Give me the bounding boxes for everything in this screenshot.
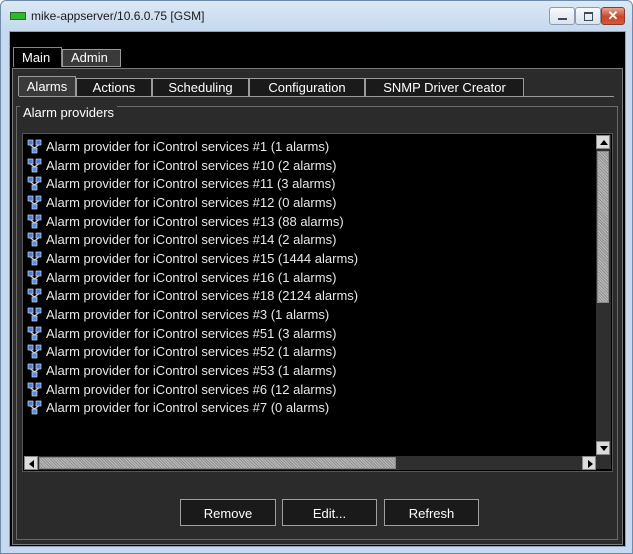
vertical-scroll-thumb[interactable] <box>597 151 609 303</box>
arrow-down-icon <box>600 446 608 451</box>
network-node-icon <box>27 270 42 285</box>
list-item-label: Alarm provider for iControl services #3 … <box>46 307 330 323</box>
arrow-left-icon <box>29 460 34 468</box>
scroll-left-button[interactable] <box>24 456 38 470</box>
network-node-icon <box>27 214 42 229</box>
edit-button[interactable]: Edit... <box>282 499 377 526</box>
network-node-icon <box>27 382 42 397</box>
tab-main[interactable]: Main <box>13 47 62 67</box>
list-item[interactable]: Alarm provider for iControl services #52… <box>27 343 358 362</box>
close-icon: ✕ <box>607 8 619 23</box>
list-item[interactable]: Alarm provider for iControl services #15… <box>27 249 358 268</box>
horizontal-scroll-thumb[interactable] <box>39 457 396 469</box>
close-button[interactable]: ✕ <box>601 7 625 25</box>
list-item[interactable]: Alarm provider for iControl services #18… <box>27 287 358 306</box>
network-node-icon <box>27 139 42 154</box>
list-item-label: Alarm provider for iControl services #18… <box>46 288 359 304</box>
network-node-icon <box>27 307 42 322</box>
list-item-label: Alarm provider for iControl services #12… <box>46 194 337 210</box>
network-node-icon <box>27 400 42 415</box>
list-item[interactable]: Alarm provider for iControl services #14… <box>27 230 358 249</box>
network-node-icon <box>27 363 42 378</box>
main-tab-panel: Alarms Actions Scheduling Configuration … <box>12 68 623 545</box>
network-node-icon <box>27 251 42 266</box>
network-node-icon <box>27 176 42 191</box>
list-item[interactable]: Alarm provider for iControl services #53… <box>27 361 358 380</box>
list-item-label: Alarm provider for iControl services #16… <box>46 269 337 285</box>
minimize-icon <box>558 18 567 20</box>
window-title: mike-appserver/10.6.0.75 [GSM] <box>31 9 205 23</box>
list-item[interactable]: Alarm provider for iControl services #13… <box>27 212 358 231</box>
app-icon <box>10 12 26 20</box>
network-node-icon <box>27 158 42 173</box>
list-item-label: Alarm provider for iControl services #51… <box>46 325 337 341</box>
list-item[interactable]: Alarm provider for iControl services #51… <box>27 324 358 343</box>
maximize-button[interactable] <box>575 7 601 25</box>
list-item-label: Alarm provider for iControl services #7 … <box>46 400 330 416</box>
network-node-icon <box>27 288 42 303</box>
tab-configuration[interactable]: Configuration <box>249 78 365 96</box>
group-title: Alarm providers <box>20 106 118 120</box>
list-item-label: Alarm provider for iControl services #52… <box>46 344 337 360</box>
app-window: mike-appserver/10.6.0.75 [GSM] ✕ Main Ad… <box>0 0 633 554</box>
maximize-icon <box>584 12 593 21</box>
network-node-icon <box>27 195 42 210</box>
list-item-label: Alarm provider for iControl services #15… <box>46 250 359 266</box>
scroll-right-button[interactable] <box>582 456 596 470</box>
list-item-label: Alarm provider for iControl services #10… <box>46 157 337 173</box>
list-item-label: Alarm provider for iControl services #1 … <box>46 138 330 154</box>
refresh-button[interactable]: Refresh <box>384 499 479 526</box>
list-item[interactable]: Alarm provider for iControl services #16… <box>27 268 358 287</box>
list-item[interactable]: Alarm provider for iControl services #6 … <box>27 380 358 399</box>
arrow-up-icon <box>600 140 608 145</box>
network-node-icon <box>27 326 42 341</box>
remove-button[interactable]: Remove <box>180 499 276 526</box>
horizontal-scrollbar[interactable] <box>24 456 596 470</box>
scroll-down-button[interactable] <box>596 441 610 455</box>
network-node-icon <box>27 232 42 247</box>
tab-alarms[interactable]: Alarms <box>18 76 76 96</box>
provider-list-items: Alarm provider for iControl services #1 … <box>27 137 358 417</box>
tab-snmp-driver-creator[interactable]: SNMP Driver Creator <box>365 78 524 96</box>
list-item-label: Alarm provider for iControl services #14… <box>46 232 337 248</box>
tab-scheduling[interactable]: Scheduling <box>152 78 249 96</box>
alarm-providers-list[interactable]: Alarm provider for iControl services #1 … <box>22 133 613 472</box>
title-bar[interactable]: mike-appserver/10.6.0.75 [GSM] ✕ <box>1 1 632 31</box>
list-item[interactable]: Alarm provider for iControl services #11… <box>27 174 358 193</box>
alarm-providers-group: Alarm providers Alarm provider for iCont… <box>16 106 618 540</box>
vertical-scrollbar[interactable] <box>596 135 611 469</box>
tab-divider <box>19 96 614 97</box>
client-area: Main Admin Alarms Actions Scheduling Con… <box>9 31 626 547</box>
list-item[interactable]: Alarm provider for iControl services #1 … <box>27 137 358 156</box>
list-item-label: Alarm provider for iControl services #11… <box>46 176 336 192</box>
network-node-icon <box>27 344 42 359</box>
list-item[interactable]: Alarm provider for iControl services #12… <box>27 193 358 212</box>
list-item-label: Alarm provider for iControl services #53… <box>46 363 337 379</box>
scroll-up-button[interactable] <box>596 135 610 149</box>
list-item[interactable]: Alarm provider for iControl services #7 … <box>27 399 358 418</box>
minimize-button[interactable] <box>549 7 575 25</box>
arrow-right-icon <box>588 460 593 468</box>
tab-admin[interactable]: Admin <box>62 49 121 67</box>
list-item-label: Alarm provider for iControl services #6 … <box>46 381 337 397</box>
list-item[interactable]: Alarm provider for iControl services #3 … <box>27 305 358 324</box>
list-item[interactable]: Alarm provider for iControl services #10… <box>27 156 358 175</box>
tab-actions[interactable]: Actions <box>76 78 152 96</box>
list-item-label: Alarm provider for iControl services #13… <box>46 213 344 229</box>
